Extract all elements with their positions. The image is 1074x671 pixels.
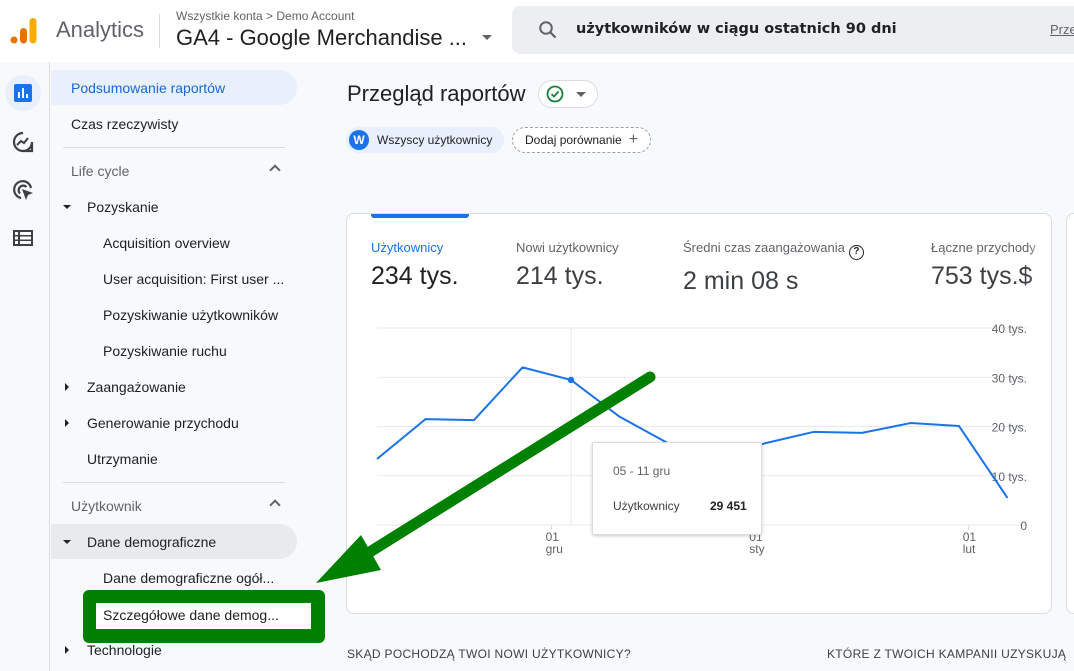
nav-label: Zaangażowanie — [87, 378, 186, 395]
search-input[interactable]: użytkowników w ciągu ostatnich 90 dni — [576, 21, 897, 37]
nav-item-user-acquisition-first-user[interactable]: User acquisition: First user ... — [51, 261, 297, 296]
configure-list-icon — [13, 230, 33, 246]
y-tick-label: 20 tys. — [992, 421, 1027, 435]
section-label: Użytkownik — [71, 497, 142, 514]
y-tick-label: 0 — [1020, 519, 1027, 533]
chart-tooltip: 05 - 11 gru Użytkownicy 29 451 — [592, 442, 762, 535]
chevron-up-icon[interactable] — [269, 164, 281, 176]
tooltip-value: 29 451 — [710, 499, 747, 513]
top-bar: Analytics Wszystkie konta > Demo Account… — [0, 0, 1074, 62]
data-point — [567, 376, 575, 384]
account-selector[interactable]: GA4 - Google Merchandise ... — [176, 25, 467, 51]
rail-explore[interactable] — [5, 124, 41, 160]
chip-label: Dodaj porównanie — [525, 133, 622, 147]
search-bar[interactable]: użytkowników w ciągu ostatnich 90 dni Pr… — [512, 6, 1074, 54]
plus-icon: + — [628, 131, 639, 148]
x-tick-label: lut — [963, 542, 976, 556]
nav-item-user-acquisition[interactable]: Pozyskiwanie użytkowników — [51, 297, 297, 332]
caret-right-icon — [65, 383, 69, 391]
annotation-highlight-box: Szczegółowe dane demog... — [83, 590, 325, 643]
nav-label: Generowanie przychodu — [87, 414, 239, 431]
nav-label: Technologie — [87, 641, 162, 658]
chevron-down-icon[interactable] — [482, 35, 492, 40]
nav-label: Pozyskanie — [87, 198, 159, 215]
nav-label: Dane demograficzne — [87, 533, 217, 550]
nav-item-demographic-details[interactable]: Szczegółowe dane demog... — [96, 603, 311, 629]
nav-item-retention[interactable]: Utrzymanie — [51, 441, 297, 476]
nav-divider — [63, 147, 285, 148]
breadcrumb[interactable]: Wszystkie konta > Demo Account — [176, 9, 354, 23]
section-heading-new-users-source: SKĄD POCHODZĄ TWOI NOWI UŻYTKOWNICY? — [347, 647, 631, 661]
caret-right-icon — [65, 646, 69, 654]
rail-configure[interactable] — [5, 220, 41, 256]
caret-right-icon — [65, 419, 69, 427]
x-tick-label: sty — [749, 542, 764, 556]
nav-item-reports-summary[interactable]: Podsumowanie raportów — [51, 70, 297, 105]
page-title: Przegląd raportów — [347, 81, 526, 106]
y-tick-label: 40 tys. — [992, 322, 1027, 336]
x-tick-label: gru — [546, 542, 563, 556]
tooltip-label: Użytkownicy — [613, 499, 680, 513]
explore-icon — [12, 131, 34, 153]
side-card — [1066, 213, 1074, 614]
chip-label: Wszyscy użytkownicy — [377, 133, 493, 147]
nav-section-user[interactable]: Użytkownik — [51, 488, 297, 523]
search-icon — [539, 21, 557, 39]
report-navigation: Podsumowanie raportów Czas rzeczywisty L… — [51, 62, 311, 671]
segment-avatar: W — [349, 130, 369, 150]
nav-label: Szczegółowe dane demog... — [103, 607, 279, 623]
section-label: Life cycle — [71, 162, 130, 179]
analytics-logo-icon — [10, 18, 37, 44]
add-comparison-button[interactable]: Dodaj porównanie + — [512, 127, 651, 153]
status-dropdown[interactable] — [538, 80, 598, 108]
rail-reports[interactable] — [5, 75, 41, 111]
brand-name: Analytics — [56, 17, 145, 42]
nav-section-lifecycle[interactable]: Life cycle — [51, 153, 297, 188]
nav-item-monetization[interactable]: Generowanie przychodu — [51, 405, 297, 440]
check-circle-icon — [546, 85, 564, 103]
reports-bar-chart-icon — [14, 84, 32, 102]
advertising-icon — [13, 180, 33, 200]
nav-item-traffic-acquisition[interactable]: Pozyskiwanie ruchu — [51, 333, 297, 368]
nav-item-acquisition-overview[interactable]: Acquisition overview — [51, 225, 297, 260]
nav-item-acquisition[interactable]: Pozyskanie — [51, 189, 297, 224]
segment-chip-all-users[interactable]: W Wszyscy użytkownicy — [346, 127, 504, 153]
rail-advertising[interactable] — [5, 172, 41, 208]
search-link[interactable]: Prze — [1050, 22, 1074, 37]
left-rail — [0, 62, 50, 671]
nav-item-engagement[interactable]: Zaangażowanie — [51, 369, 297, 404]
nav-item-realtime[interactable]: Czas rzeczywisty — [51, 106, 297, 141]
section-heading-campaigns: KTÓRE Z TWOICH KAMPANII UZYSKUJĄ — [827, 647, 1067, 661]
chevron-up-icon[interactable] — [269, 499, 281, 511]
nav-divider — [63, 482, 285, 483]
divider — [159, 14, 160, 48]
users-line-chart[interactable]: 010 tys.20 tys.30 tys.40 tys.01gru01sty0… — [347, 214, 1052, 614]
caret-down-icon — [63, 205, 71, 209]
caret-down-icon — [63, 540, 71, 544]
nav-item-demographics[interactable]: Dane demograficzne — [51, 524, 297, 559]
tooltip-date: 05 - 11 gru — [613, 464, 671, 478]
y-tick-label: 30 tys. — [992, 371, 1027, 385]
overview-card: Użytkownicy 234 tys. Nowi użytkownicy 21… — [346, 213, 1052, 614]
chevron-down-icon — [576, 92, 586, 97]
